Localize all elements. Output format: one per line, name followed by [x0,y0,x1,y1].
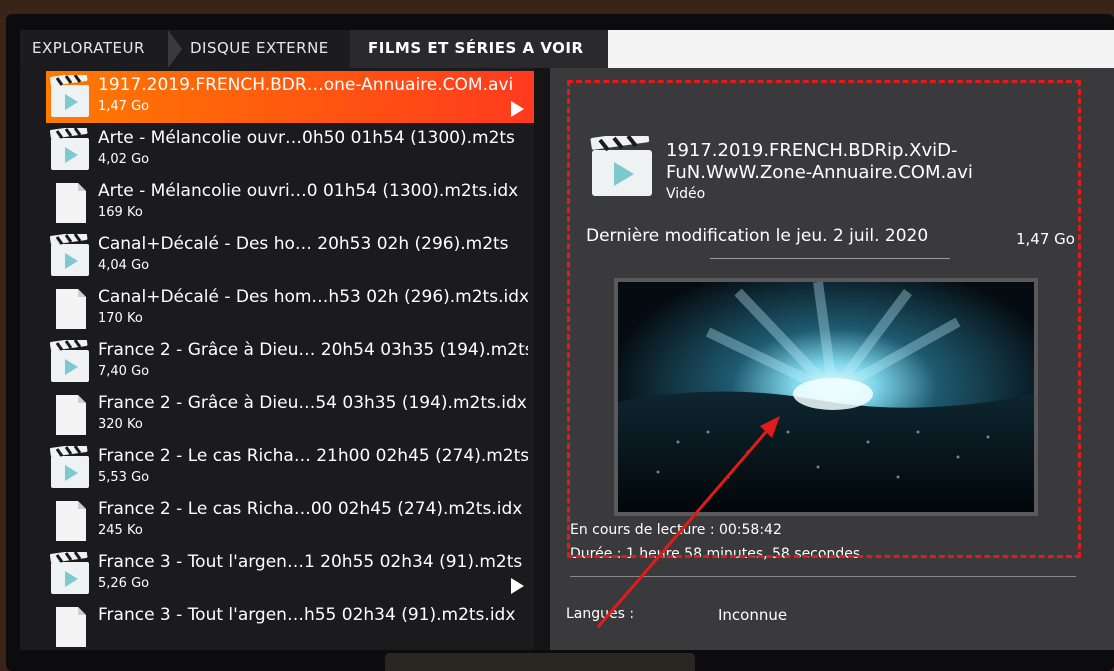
file-name: France 2 - Grâce à Dieu… 20h54 03h35 (19… [98,340,528,360]
video-file-icon [49,72,90,119]
breadcrumb-bar-end [608,30,1114,68]
file-size: 5,53 Go [98,470,150,485]
file-size: 170 Ko [98,311,143,326]
file-list-item[interactable]: Arte - Mélancolie ouvr…0h50 01h54 (1300)… [46,124,534,176]
document-icon [50,393,90,437]
file-size: 169 Ko [98,205,143,220]
file-name: France 3 - Tout l'argen…1 20h55 02h34 (9… [98,552,523,572]
video-file-icon [49,125,90,172]
file-list-item[interactable]: 1917.2019.FRENCH.BDR…one-Annuaire.COM.av… [46,71,534,123]
breadcrumb: EXPLORATEUR DISQUE EXTERNE FILMS ET SÉRI… [20,30,1114,68]
file-list: 1917.2019.FRENCH.BDR…one-Annuaire.COM.av… [20,68,534,650]
languages-label: Langues : [566,606,635,622]
file-name: France 2 - Grâce à Dieu…54 03h35 (194).m… [98,393,527,413]
breadcrumb-item-explorateur[interactable]: EXPLORATEUR [32,30,182,68]
play-icon[interactable] [511,578,524,594]
file-list-item[interactable]: France 3 - Tout l'argen…h55 02h34 (91).m… [46,601,534,650]
file-name: 1917.2019.FRENCH.BDR…one-Annuaire.COM.av… [98,75,514,95]
file-name: Canal+Décalé - Des hom…h53 02h (296).m2t… [98,287,528,307]
file-name: France 2 - Le cas Richa…00 02h45 (274).m… [98,499,523,519]
file-list-item[interactable]: Canal+Décalé - Des hom…h53 02h (296).m2t… [46,283,534,335]
file-list-item[interactable]: France 3 - Tout l'argen…1 20h55 02h34 (9… [46,548,534,600]
play-icon[interactable] [511,101,524,117]
file-list-item[interactable]: France 2 - Le cas Richa… 21h00 02h45 (27… [46,442,534,494]
file-name: France 3 - Tout l'argen…h55 02h34 (91).m… [98,605,516,625]
file-list-item[interactable]: Canal+Décalé - Des ho… 20h53 02h (296).m… [46,230,534,282]
video-file-icon [49,443,90,490]
file-list-item[interactable]: France 2 - Le cas Richa…00 02h45 (274).m… [46,495,534,547]
breadcrumb-separator [594,30,608,68]
file-size: 4,02 Go [98,152,150,167]
file-list-item[interactable]: France 2 - Grâce à Dieu… 20h54 03h35 (19… [46,336,534,388]
video-file-icon [49,231,90,278]
file-size: 7,40 Go [98,364,150,379]
breadcrumb-item-current-folder[interactable]: FILMS ET SÉRIES A VOIR [350,30,628,68]
video-file-icon [49,337,90,384]
document-icon [50,287,90,331]
file-list-item[interactable]: Arte - Mélancolie ouvri…0 01h54 (1300).m… [46,177,534,229]
languages-value: Inconnue [718,606,788,624]
divider [570,576,1076,577]
file-size: 320 Ko [98,417,143,432]
file-name: Canal+Décalé - Des ho… 20h53 02h (296).m… [98,234,509,254]
file-size: 245 Ko [98,523,143,538]
file-size: 4,04 Go [98,258,150,273]
document-icon [50,499,90,543]
annotation-highlight-box [567,80,1081,558]
file-size: 1,47 Go [98,99,150,114]
file-name: Arte - Mélancolie ouvr…0h50 01h54 (1300)… [98,128,515,148]
document-icon [50,181,90,225]
tv-stand [385,653,695,671]
file-size: 5,26 Go [98,576,150,591]
document-icon [50,605,90,649]
file-name: Arte - Mélancolie ouvri…0 01h54 (1300).m… [98,181,519,201]
file-name: France 2 - Le cas Richa… 21h00 02h45 (27… [98,446,528,466]
file-list-item[interactable]: France 2 - Grâce à Dieu…54 03h35 (194).m… [46,389,534,441]
video-file-icon [49,549,90,596]
